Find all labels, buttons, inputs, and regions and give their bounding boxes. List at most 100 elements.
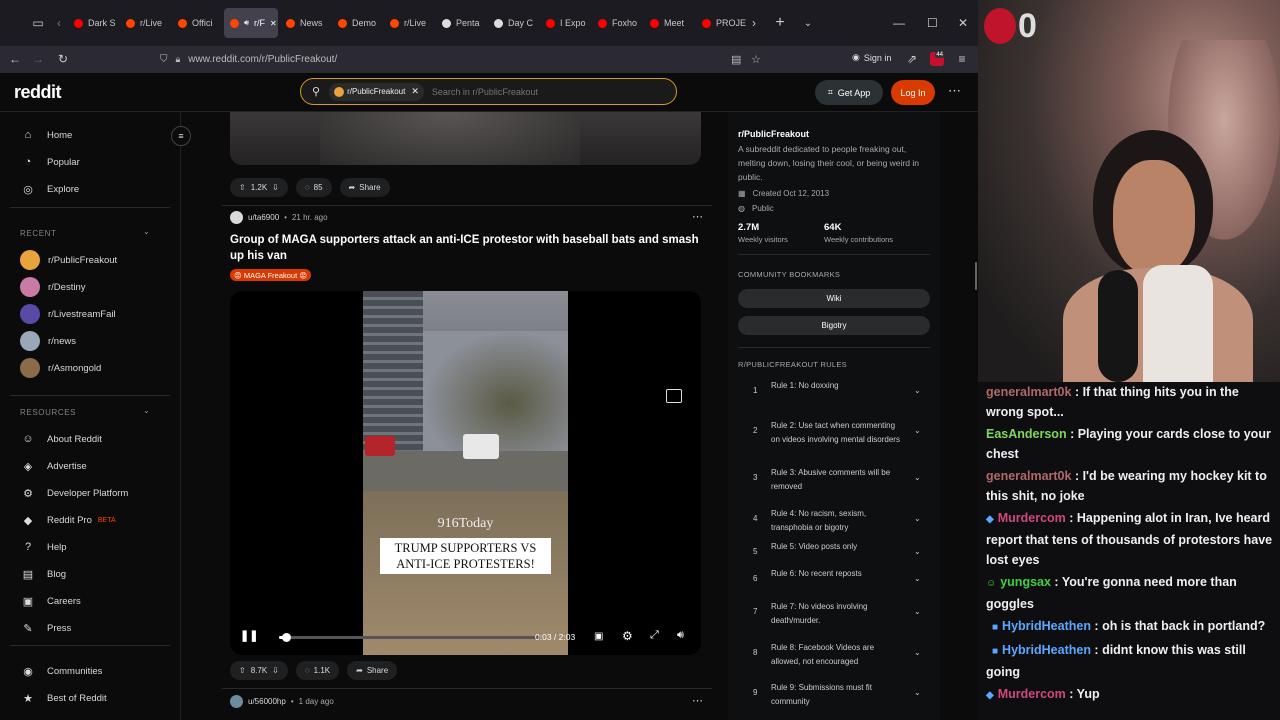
sidebar-item-r-destiny[interactable]: r/Destiny	[20, 276, 85, 298]
chevron-down-icon[interactable]: ⌄	[914, 386, 921, 395]
browser-tab[interactable]: Foxho	[592, 8, 642, 38]
tab-overview-icon[interactable]: ▭	[26, 11, 50, 35]
browser-tab[interactable]: Dark S	[68, 8, 118, 38]
sidebar-item-r-publicfreakout[interactable]: r/PublicFreakout	[20, 249, 117, 271]
sidebar-item-developer-platform[interactable]: ⚙ Developer Platform	[20, 482, 128, 504]
downvote-icon[interactable]: ⇩	[272, 666, 279, 675]
sidebar-item-help[interactable]: ? Help	[20, 536, 67, 558]
browser-tab[interactable]: PROJE	[696, 8, 746, 38]
forward-icon[interactable]: →	[26, 47, 50, 71]
bookmark-star-icon[interactable]: ☆	[751, 53, 761, 66]
chat-username[interactable]: Murdercom	[998, 687, 1066, 701]
chevron-down-icon[interactable]: ⌄	[914, 473, 921, 482]
browser-tab[interactable]: Penta	[436, 8, 486, 38]
chat-username[interactable]: EasAnderson	[986, 427, 1067, 441]
bookmark-button-wiki[interactable]: Wiki	[738, 289, 930, 308]
upvote-icon[interactable]: ⇧	[239, 666, 246, 675]
minimize-icon[interactable]: —	[893, 0, 905, 46]
tab-audio-icon[interactable]: 🔊︎	[244, 18, 249, 28]
ublock-extension-icon[interactable]: 44	[930, 52, 944, 66]
browser-tab[interactable]: r/Live	[384, 8, 434, 38]
share-button[interactable]: ➦ Share	[347, 661, 398, 680]
reddit-logo[interactable]: reddit	[14, 82, 62, 103]
sidebar-item-advertise[interactable]: ◈ Advertise	[20, 455, 87, 477]
collapse-sidebar-icon[interactable]: ≡	[171, 126, 191, 146]
get-app-button[interactable]: ⌗ Get App	[815, 80, 883, 105]
chat-username[interactable]: yungsax	[1000, 575, 1051, 589]
close-window-icon[interactable]: ✕	[958, 0, 968, 46]
upvote-icon[interactable]: ⇧	[239, 183, 246, 192]
author-avatar[interactable]	[230, 211, 243, 224]
clear-chip-icon[interactable]: ✕	[411, 86, 419, 97]
sidebar-item-about-reddit[interactable]: ☺ About Reddit	[20, 428, 102, 450]
video-player[interactable]: 916Today TRUMP SUPPORTERS VS ANTI-ICE PR…	[230, 291, 701, 655]
browser-tab[interactable]: 🔊︎ r/F ✕	[224, 8, 278, 38]
community-name[interactable]: r/PublicFreakout	[738, 129, 809, 139]
chevron-down-icon[interactable]: ⌄	[914, 547, 921, 556]
reload-icon[interactable]: ↻	[51, 47, 75, 71]
chat-username[interactable]: generalmart0k	[986, 469, 1071, 483]
search-input[interactable]	[431, 86, 652, 97]
sidebar-item-reddit-pro[interactable]: ◆ Reddit Pro BETA	[20, 509, 116, 531]
tracking-shield-icon[interactable]: ⛉	[160, 54, 168, 65]
new-tab-icon[interactable]: +	[768, 11, 792, 35]
resources-collapse-icon[interactable]: ⌄	[143, 406, 150, 415]
comments-button[interactable]: ◌ 85	[295, 178, 332, 197]
chat-username[interactable]: Murdercom	[998, 511, 1066, 525]
recent-collapse-icon[interactable]: ⌄	[143, 227, 150, 236]
login-button[interactable]: Log In	[891, 80, 935, 105]
chat-username[interactable]: generalmart0k	[986, 385, 1071, 399]
browser-tab[interactable]: News	[280, 8, 330, 38]
browser-tab[interactable]: Day C	[488, 8, 538, 38]
url-text[interactable]: www.reddit.com/r/PublicFreakout/	[188, 54, 337, 65]
picture-in-picture-icon[interactable]	[666, 389, 682, 403]
video-scrubber-handle[interactable]	[281, 633, 291, 642]
more-options-icon[interactable]: ⋯	[948, 83, 961, 99]
browser-tab[interactable]: I Expo	[540, 8, 590, 38]
maximize-icon[interactable]: ☐	[927, 0, 938, 46]
share-button[interactable]: ➦ Share	[339, 178, 390, 197]
fullscreen-icon[interactable]: ⤢	[650, 629, 659, 642]
sidebar-item-communities[interactable]: ◉ Communities	[20, 660, 102, 682]
volume-icon[interactable]: 🔊︎	[677, 629, 684, 642]
downvote-icon[interactable]: ⇩	[272, 183, 279, 192]
address-bar[interactable]: ⛉ 🔒︎ www.reddit.com/r/PublicFreakout/ ▤ …	[155, 49, 767, 70]
sidebar-item-press[interactable]: ✎ Press	[20, 617, 71, 639]
chevron-down-icon[interactable]: ⌄	[914, 607, 921, 616]
post-options-icon[interactable]: ⋯	[692, 210, 703, 223]
previous-post-media[interactable]	[230, 112, 701, 165]
sidebar-item-home[interactable]: ⌂ Home	[20, 124, 73, 146]
post-options-icon[interactable]: ⋯	[692, 694, 703, 707]
post-flair[interactable]: 😡︎ MAGA Freakout 😡︎	[230, 269, 312, 281]
sidebar-item-careers[interactable]: ▣ Careers	[20, 590, 81, 612]
post-title[interactable]: Group of MAGA supporters attack an anti-…	[230, 232, 708, 264]
video-progress-track[interactable]	[279, 633, 540, 642]
captions-icon[interactable]: ▣	[594, 631, 603, 642]
sidebar-item-popular[interactable]: ◔ Popular	[20, 151, 80, 173]
chat-username[interactable]: HybridHeathen	[1002, 619, 1091, 633]
sidebar-item-explore[interactable]: ◎ Explore	[20, 178, 79, 200]
scroll-tabs-right-icon[interactable]: ›	[746, 11, 762, 35]
pause-icon[interactable]: ❚❚	[240, 629, 258, 642]
author-avatar[interactable]	[230, 695, 243, 708]
chevron-down-icon[interactable]: ⌄	[914, 574, 921, 583]
post-author[interactable]: u/56000hp	[248, 697, 286, 706]
sidebar-item-r-asmongold[interactable]: r/Asmongold	[20, 357, 101, 379]
menu-icon[interactable]: ≡	[950, 47, 974, 71]
chevron-down-icon[interactable]: ⌄	[914, 426, 921, 435]
search-community-chip[interactable]: r/PublicFreakout ✕	[329, 82, 424, 101]
chat-username[interactable]: HybridHeathen	[1002, 643, 1091, 657]
sidebar-item-best-of-reddit[interactable]: ★ Best of Reddit	[20, 687, 107, 709]
browser-tab[interactable]: Meet	[644, 8, 694, 38]
sidebar-item-blog[interactable]: ▤ Blog	[20, 563, 66, 585]
page-scrollbar[interactable]	[975, 262, 977, 290]
scroll-tabs-left-icon[interactable]: ‹	[50, 11, 68, 35]
sign-in-button[interactable]: ◉ Sign in	[852, 52, 891, 63]
reader-view-icon[interactable]: ▤	[731, 53, 741, 66]
back-icon[interactable]: ←	[3, 47, 27, 71]
lock-icon[interactable]: 🔒︎	[176, 54, 181, 65]
search-bar[interactable]: ⚲ r/PublicFreakout ✕	[300, 78, 677, 105]
chevron-down-icon[interactable]: ⌄	[914, 514, 921, 523]
chevron-down-icon[interactable]: ⌄	[914, 688, 921, 697]
browser-tab[interactable]: Demo	[332, 8, 382, 38]
